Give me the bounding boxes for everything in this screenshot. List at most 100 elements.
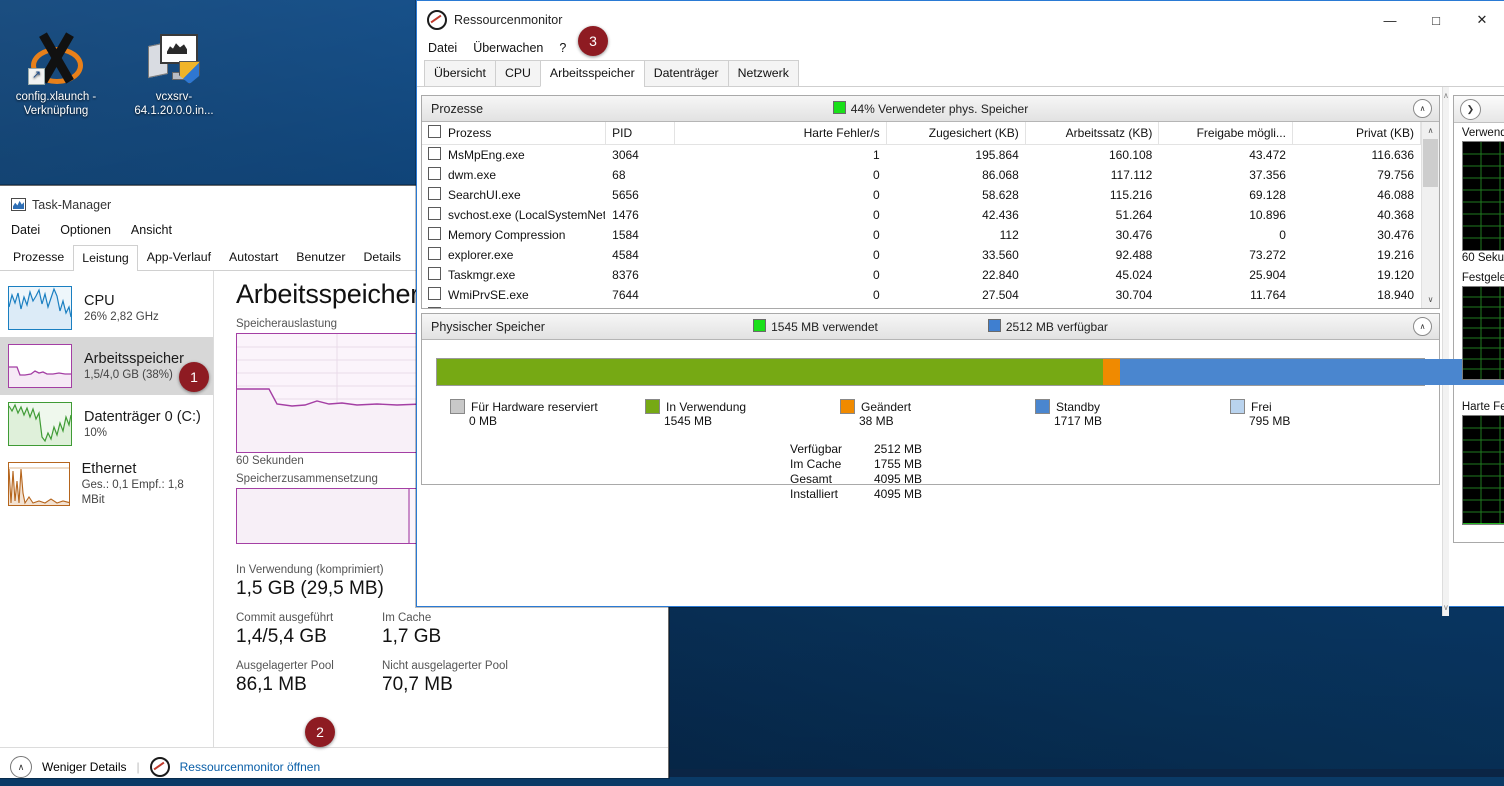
close-button[interactable]: ✕ bbox=[1459, 1, 1504, 39]
col-freigabe[interactable]: Freigabe mögli... bbox=[1158, 122, 1293, 145]
tab-arbeitsspeicher[interactable]: Arbeitsspeicher bbox=[539, 60, 645, 87]
processes-panel-header[interactable]: Prozesse 44% Verwendeter phys. Speicher … bbox=[422, 96, 1439, 122]
summary-row-installiert: Installiert 4095 MB bbox=[790, 487, 922, 501]
row-checkbox[interactable] bbox=[428, 267, 441, 280]
scroll-up-icon[interactable]: ∧ bbox=[1422, 122, 1439, 139]
table-row[interactable]: Memory Compression 1584 0 112 30.476 0 30.476 bbox=[422, 225, 1421, 245]
col-arbeitssatz[interactable]: Arbeitssatz (KB) bbox=[1025, 122, 1160, 145]
cell-committed: 195.864 bbox=[886, 144, 1026, 165]
col-privat[interactable]: Privat (KB) bbox=[1292, 122, 1421, 145]
row-checkbox[interactable] bbox=[428, 307, 441, 308]
menu-item-datei[interactable]: Datei bbox=[9, 222, 42, 238]
sidebar-item-arbeitsspeicher[interactable]: Arbeitsspeicher 1,5/4,0 GB (38%) bbox=[0, 337, 213, 395]
row-checkbox[interactable] bbox=[428, 187, 441, 200]
sidebar-item-ethernet[interactable]: Ethernet Ges.: 0,1 Empf.: 1,8 MBit bbox=[0, 453, 213, 515]
cell-hard-faults: 0 bbox=[674, 305, 887, 308]
row-checkbox[interactable] bbox=[428, 147, 441, 160]
physical-memory-panel: Physischer Speicher 1545 MB verwendet 25… bbox=[421, 313, 1504, 501]
cell-hard-faults: 0 bbox=[674, 225, 887, 245]
tab-datentraeger[interactable]: Datenträger bbox=[643, 60, 729, 87]
legend-item-hardware-reserviert: Für Hardware reserviert 0 MB bbox=[450, 399, 645, 428]
tab-app-verlauf[interactable]: App-Verlauf bbox=[138, 244, 220, 270]
cell-committed: 42.436 bbox=[886, 205, 1026, 225]
resource-monitor-window[interactable]: Ressourcenmonitor — □ ✕ Datei Überwachen… bbox=[416, 0, 1504, 616]
legend-swatch bbox=[645, 399, 660, 414]
stat-value-commit: 1,4/5,4 GB bbox=[236, 626, 327, 647]
menu-item-ansicht[interactable]: Ansicht bbox=[129, 222, 174, 238]
table-row[interactable]: explorer.exe 4584 0 33.560 92.488 73.272 19.21… bbox=[422, 245, 1421, 265]
resource-monitor-tabs[interactable]: Übersicht CPU Arbeitsspeicher Datenträge… bbox=[417, 60, 1504, 87]
table-row[interactable]: MsMpEng.exe 3064 1 195.864 160.108 43.472 116.… bbox=[422, 144, 1421, 165]
task-manager-footer[interactable]: ∧ Weniger Details | Ressourcenmonitor öf… bbox=[0, 747, 668, 786]
memory-legend: Für Hardware reserviert 0 MB In Verwendu… bbox=[450, 399, 1425, 428]
resource-monitor-icon bbox=[149, 757, 170, 777]
menu-item-help[interactable]: ? bbox=[559, 41, 566, 55]
row-checkbox[interactable] bbox=[428, 287, 441, 300]
scroll-down-icon[interactable]: ∨ bbox=[1422, 291, 1439, 308]
table-row[interactable]: SearchUI.exe 5656 0 58.628 115.216 69.128 46.0… bbox=[422, 185, 1421, 205]
content-scrollbar[interactable]: ∧ ∨ bbox=[1442, 87, 1449, 616]
expand-right-icon[interactable]: ❯ bbox=[1459, 98, 1481, 120]
sidebar-item-title: Ethernet bbox=[81, 461, 137, 477]
open-resource-monitor-link[interactable]: Ressourcenmonitor öffnen bbox=[180, 760, 321, 774]
cell-shareable: 73.272 bbox=[1158, 245, 1293, 265]
menu-item-ueberwachen[interactable]: Überwachen bbox=[473, 41, 543, 55]
tab-benutzer[interactable]: Benutzer bbox=[287, 244, 354, 270]
less-details-button[interactable]: Weniger Details bbox=[42, 760, 126, 774]
cell-private: 40.368 bbox=[1292, 205, 1421, 225]
cell-committed: 17.424 bbox=[886, 305, 1026, 308]
table-row[interactable]: dwm.exe 68 0 86.068 117.112 37.356 79.756 bbox=[422, 165, 1421, 185]
row-checkbox[interactable] bbox=[428, 247, 441, 260]
table-row[interactable]: svchost.exe (LocalSystemNet... 1476 0 42.43… bbox=[422, 205, 1421, 225]
maximize-button[interactable]: □ bbox=[1413, 1, 1459, 39]
summary-row-im-cache: Im Cache 1755 MB bbox=[790, 457, 922, 471]
cell-process: Taskmgr.exe bbox=[422, 265, 607, 285]
bar-segment-geaendert bbox=[1103, 359, 1120, 385]
sidebar-item-datentraeger[interactable]: Datenträger 0 (C:) 10% bbox=[0, 395, 213, 453]
col-zugesichert[interactable]: Zugesichert (KB) bbox=[886, 122, 1026, 145]
row-checkbox[interactable] bbox=[428, 207, 441, 220]
cpu-mini-graph bbox=[8, 286, 72, 330]
col-harte-fehler[interactable]: Harte Fehler/s bbox=[674, 122, 887, 145]
tab-netzwerk[interactable]: Netzwerk bbox=[727, 60, 799, 87]
menu-item-datei[interactable]: Datei bbox=[428, 41, 457, 55]
tab-uebersicht[interactable]: Übersicht bbox=[424, 60, 496, 87]
tab-details[interactable]: Details bbox=[354, 244, 410, 270]
cell-hard-faults: 1 bbox=[674, 144, 887, 165]
vcxsrv-installer-icon bbox=[118, 30, 230, 86]
tab-leistung[interactable]: Leistung bbox=[73, 245, 138, 271]
scroll-up-icon[interactable]: ∧ bbox=[1443, 87, 1449, 104]
col-prozess[interactable]: Prozess bbox=[422, 122, 607, 145]
graph-block-phys-memory: Verwendeter phys. Arbe... 100% bbox=[1454, 123, 1504, 268]
chevron-up-icon[interactable]: ∧ bbox=[10, 756, 32, 778]
hard-faults-graph bbox=[1461, 415, 1504, 525]
scrollbar-thumb[interactable] bbox=[1423, 139, 1438, 187]
sidebar-item-cpu[interactable]: CPU 26% 2,82 GHz bbox=[0, 279, 213, 337]
col-pid[interactable]: PID bbox=[605, 122, 676, 145]
row-checkbox[interactable] bbox=[428, 167, 441, 180]
memory-mini-graph bbox=[8, 344, 72, 388]
tab-cpu[interactable]: CPU bbox=[494, 60, 541, 87]
cell-working-set: 117.112 bbox=[1025, 165, 1160, 185]
table-row[interactable]: WmiPrvSE.exe 7644 0 27.504 30.704 11.764 18.94… bbox=[422, 285, 1421, 305]
processes-scrollbar[interactable]: ∧ ∨ bbox=[1421, 122, 1439, 308]
processes-table[interactable]: Prozess PID Harte Fehler/s Zugesichert (… bbox=[422, 122, 1421, 308]
table-header-row[interactable]: Prozess PID Harte Fehler/s Zugesichert (… bbox=[422, 122, 1421, 145]
stat-value-paged-pool: 86,1 MB bbox=[236, 674, 307, 695]
cell-process: SearchUI.exe bbox=[422, 185, 607, 205]
physical-memory-panel-header[interactable]: Physischer Speicher 1545 MB verwendet 25… bbox=[422, 314, 1439, 340]
tab-autostart[interactable]: Autostart bbox=[220, 244, 287, 270]
graphs-panel-header[interactable]: ❯ Ansichten ▼ bbox=[1453, 96, 1504, 123]
performance-sidebar[interactable]: CPU 26% 2,82 GHz Arbeitsspeicher 1,5/4,0… bbox=[0, 271, 214, 747]
minimize-button[interactable]: — bbox=[1367, 1, 1413, 39]
menu-item-optionen[interactable]: Optionen bbox=[58, 222, 113, 238]
desktop-icon-vcxsrv[interactable]: vcxsrv-64.1.20.0.0.in... bbox=[118, 30, 230, 118]
table-row[interactable]: Taskmgr.exe 8376 0 22.840 45.024 25.904 19.120 bbox=[422, 265, 1421, 285]
legend-swatch bbox=[450, 399, 465, 414]
tab-prozesse[interactable]: Prozesse bbox=[4, 244, 73, 270]
scroll-down-icon[interactable]: ∨ bbox=[1443, 599, 1449, 616]
row-checkbox[interactable] bbox=[428, 227, 441, 240]
cell-pid: 696 bbox=[605, 305, 676, 308]
desktop-icon-xlaunch[interactable]: ↗ config.xlaunch - Verknüpfung bbox=[0, 30, 112, 118]
table-row[interactable]: perfmon.exe696017.42433.85618.02815.828 bbox=[422, 305, 1421, 308]
